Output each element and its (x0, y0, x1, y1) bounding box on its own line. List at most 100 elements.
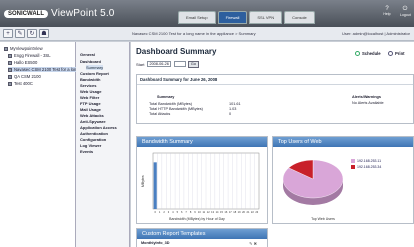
menu-custom-report[interactable]: Custom Report (80, 71, 109, 76)
logout-icon: ⏻ (402, 6, 408, 12)
tick-label: 1 (159, 210, 161, 214)
legend-swatch (351, 165, 355, 169)
alerts-col-header: Alerts/Warnings (352, 95, 381, 99)
tick-label: 19 (238, 210, 241, 214)
device-icon (8, 60, 12, 65)
bandwidth-panel-title: Bandwidth Summary (137, 137, 267, 147)
legend-item: 192.168.253.11 (351, 159, 381, 163)
schedule-button[interactable]: Schedule (355, 51, 381, 56)
tick-label: 16 (224, 210, 227, 214)
tick-label: 6 (181, 210, 183, 214)
tree-item-selected[interactable]: Navasec CSM 2100 Test for a lon (8, 67, 77, 72)
tick-label: 11 (202, 210, 205, 214)
summary-row-value: 1.03 (229, 107, 237, 111)
menu-configuration[interactable]: Configuration (80, 137, 106, 142)
tick-label: 13 (211, 210, 214, 214)
app-header: SONICWALL ViewPoint 5.0 Email Setup Fire… (0, 0, 414, 27)
menu-services[interactable]: Services (80, 83, 96, 88)
tick-label: 18 (233, 210, 236, 214)
breadcrumb: Navasec CSM 2100 Test for a long name in… (132, 31, 256, 36)
summary-row-label: Total Attacks (149, 112, 171, 116)
tree-item[interactable]: Engg Firewall - 3SL (8, 53, 51, 58)
logout-button[interactable]: ⏻ Logout (400, 6, 411, 17)
add-icon: + (6, 31, 10, 37)
tree-item[interactable]: QA CSM 2100 (8, 74, 41, 79)
start-date-row: Start 2008-06-26 Go (136, 60, 216, 68)
bandwidth-chart: MBytes Bandwidth (MBytes) by Hour of Day… (141, 152, 260, 221)
tab-console[interactable]: Console (284, 11, 315, 24)
bandwidth-xlabel: Bandwidth (MBytes) by Hour of Day (169, 217, 225, 221)
user-info: User: admin@localhost | Administrator (341, 31, 410, 36)
summary-row-value: 101.61 (229, 102, 241, 106)
unit-tree: MyViewpointView Engg Firewall - 3SL Hall… (0, 42, 77, 247)
users-button[interactable]: ☗ (39, 29, 49, 38)
top-users-panel: Top Users of Web Top Web Users 192.168.2… (272, 136, 414, 224)
help-label: Help (383, 12, 391, 16)
menu-events[interactable]: Events (80, 149, 93, 154)
print-icon (388, 51, 393, 56)
menu-dashboard[interactable]: Dashboard (80, 59, 101, 64)
toolbar: + ✎ ↻ ☗ Navasec CSM 2100 Test for a long… (0, 27, 414, 41)
brand: SONICWALL ViewPoint 5.0 (4, 8, 115, 19)
device-icon (8, 74, 12, 79)
add-unit-button[interactable]: + (3, 29, 13, 38)
menu-bandwidth[interactable]: Bandwidth (80, 77, 100, 82)
menu-web-attacks[interactable]: Web Attacks (80, 113, 104, 118)
tick-label: 15 (220, 210, 223, 214)
bandwidth-panel: Bandwidth Summary MBytes Bandwidth (MByt… (136, 136, 268, 224)
summary-row-label: Total HTTP Bandwidth (MBytes) (149, 107, 203, 111)
folder-icon (4, 46, 8, 51)
menu-general[interactable]: General (80, 52, 95, 57)
tick-label: 8 (190, 210, 192, 214)
page-title: Dashboard Summary (136, 47, 217, 56)
templates-panel: Custom Report Templates MonthlyInfo_3D ✎… (136, 228, 268, 247)
help-button[interactable]: ? Help (382, 6, 392, 17)
logout-label: Logout (400, 13, 411, 17)
tab-firewall[interactable]: Firewall (217, 11, 248, 24)
tick-label: 21 (247, 210, 250, 214)
tree-item[interactable]: Hallo ES500 (8, 60, 37, 65)
tab-email-setup[interactable]: Email Setup (178, 11, 216, 24)
template-edit-icon[interactable]: ✎ ✖ (249, 241, 257, 246)
menu-log-viewer[interactable]: Log Viewer (80, 143, 101, 148)
tick-label: 23 (255, 210, 258, 214)
edit-button[interactable]: ✎ (15, 29, 25, 38)
menu-anti-spyware[interactable]: Anti-Spyware (80, 119, 106, 124)
start-label: Start (136, 61, 145, 67)
top-users-chart: Top Web Users (282, 159, 344, 221)
legend-item: 192.168.253.34 (351, 165, 381, 169)
menu-ftp-usage[interactable]: FTP Usage (80, 101, 101, 106)
menu-web-usage[interactable]: Web Usage (80, 89, 102, 94)
device-icon (8, 81, 12, 86)
summary-panel-title: Dashboard Summary for June 26, 2008 (137, 75, 413, 85)
menu-application-access[interactable]: Application Access (80, 125, 117, 130)
tree-item-root[interactable]: MyViewpointView (4, 46, 43, 51)
menu-authentication[interactable]: Authentication (80, 131, 108, 136)
report-menu: General Dashboard Summary Custom Report … (76, 42, 130, 247)
start-date-field[interactable]: 2008-06-26 (147, 61, 171, 67)
tree-item[interactable]: Test 400C (8, 81, 33, 86)
template-row[interactable]: MonthlyInfo_3D (141, 241, 169, 245)
time-field[interactable] (173, 61, 186, 67)
tick-label: 5 (177, 210, 179, 214)
go-button[interactable]: Go (187, 60, 199, 68)
bandwidth-ylabel: MBytes (141, 175, 145, 187)
schedule-icon (355, 51, 360, 56)
refresh-button[interactable]: ↻ (27, 29, 37, 38)
print-button[interactable]: Print (388, 51, 405, 56)
top-tabs: Email Setup Firewall SSL VPN Console (178, 11, 317, 24)
tick-label: 2 (163, 210, 165, 214)
alerts-value: No Alerts Available (352, 101, 384, 105)
menu-web-filter[interactable]: Web Filter (80, 95, 99, 100)
sonicwall-logo: SONICWALL (4, 9, 48, 18)
legend-swatch (351, 159, 355, 163)
menu-summary[interactable]: Summary (86, 65, 104, 70)
tick-label: 12 (207, 210, 210, 214)
tab-ssl-vpn[interactable]: SSL VPN (249, 11, 283, 24)
edit-icon: ✎ (17, 31, 23, 37)
tick-label: 17 (229, 210, 232, 214)
top-users-xlabel: Top Web Users (311, 217, 335, 221)
menu-mail-usage[interactable]: Mail Usage (80, 107, 101, 112)
tick-label: 14 (216, 210, 219, 214)
main-content: Dashboard Summary Schedule Print Start 2… (131, 42, 414, 247)
